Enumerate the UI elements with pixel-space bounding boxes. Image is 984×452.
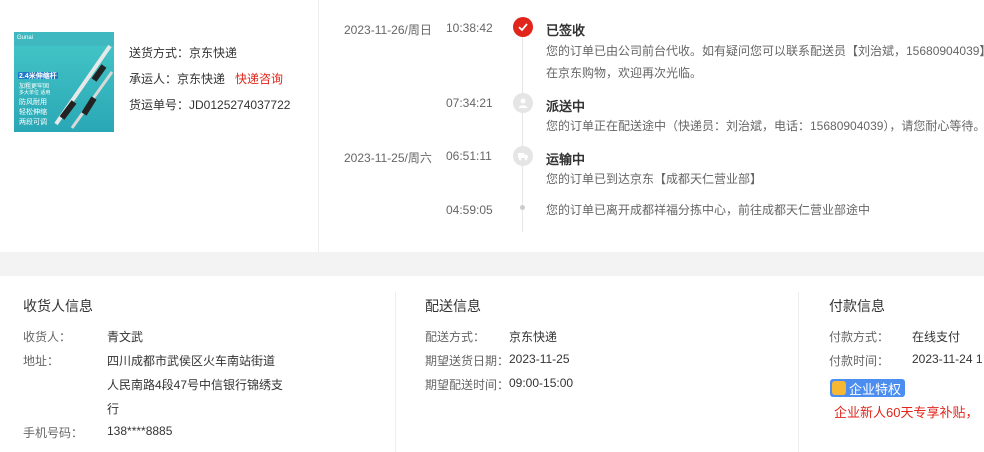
order-info-panel: 收货人信息 收货人： 青文武 地址： 四川成都市武侯区火车南站街道 人民南路4段… (0, 276, 984, 452)
address-line: 人民南路4段47号中信银行锦绣支 (107, 378, 284, 392)
timeline-date: 2023-11-25/周六 (344, 151, 432, 165)
timeline-date: 2023-11-26/周日 (344, 23, 432, 37)
shipping-method-value: 京东快递 (189, 46, 238, 60)
timeline-desc: 您的订单已到达京东【成都天仁营业部】 (546, 168, 984, 190)
expected-date-label: 期望送货日期： (425, 354, 510, 368)
shipment-info: 送货方式：京东快递 承运人：京东快递 快递咨询 货运单号：JD0125274037… (129, 40, 290, 118)
payment-section: 付款信息 付款方式： 在线支付 付款时间： 2023-11-24 1 (799, 276, 984, 452)
gift-icon (832, 381, 846, 395)
timeline-status: 派送中 (546, 99, 586, 114)
thumb-brand: Gunai (17, 35, 34, 41)
consignee-name: 青文武 (107, 330, 144, 344)
thumb-tag-2: 轻松伸缩 (19, 109, 47, 116)
carrier-value: 京东快递 (177, 72, 226, 86)
section-gap (0, 252, 984, 276)
timeline-desc: 您的订单已由公司前台代收。如有疑问您可以联系配送员【刘治斌，1568090403… (546, 40, 984, 84)
delivery-method-value: 京东快递 (509, 330, 558, 344)
timeline-desc-line: 您的订单正在配送途中（快递员：刘治斌，电话：15680904039），请您耐心等… (546, 119, 984, 133)
expected-time-label: 期望配送时间： (425, 378, 510, 392)
tracking-number: JD0125274037722 (189, 98, 291, 112)
tracking-row: 货运单号：JD0125274037722 (129, 92, 290, 118)
courier-icon (513, 93, 533, 113)
tracking-label: 货运单号： (129, 98, 190, 112)
thumb-line3: 多大单位 适用 (19, 90, 51, 96)
timeline-time: 06:51:11 (446, 149, 492, 163)
consignee-title: 收货人信息 (23, 298, 93, 314)
timeline-status: 运输中 (546, 152, 586, 167)
consignee-name-label: 收货人： (23, 330, 72, 344)
timeline-desc: 您的订单已离开成都祥福分拣中心，前往成都天仁营业部途中 (546, 199, 984, 221)
timeline-desc-line: 在京东购物，欢迎再次光临。 (546, 66, 703, 80)
expected-date-value: 2023-11-25 (509, 352, 570, 366)
timeline-time: 10:38:42 (446, 21, 493, 35)
thumb-tag-1: 防风耐用 (19, 99, 47, 106)
carrier-row: 承运人：京东快递 快递咨询 (129, 66, 290, 92)
thumb-line1: 2.4米伸缩杆 (19, 73, 57, 80)
consignee-section: 收货人信息 收货人： 青文武 地址： 四川成都市武侯区火车南站街道 人民南路4段… (0, 276, 395, 452)
enterprise-badge[interactable]: 企业特权 (830, 379, 906, 397)
payment-method-label: 付款方式： (829, 330, 890, 344)
payment-time-label: 付款时间： (829, 354, 890, 368)
address-line: 四川成都市武侯区火车南站街道 (107, 354, 276, 368)
check-icon (513, 17, 533, 37)
shipping-method-row: 送货方式：京东快递 (129, 40, 290, 66)
courier-inquiry-link[interactable]: 快递咨询 (235, 72, 283, 86)
expected-time-value: 09:00-15:00 (509, 376, 574, 390)
timeline-desc: 您的订单正在配送途中（快递员：刘治斌，电话：15680904039），请您耐心等… (546, 115, 984, 137)
shipping-method-label: 送货方式： (129, 46, 190, 60)
enterprise-promo-text[interactable]: 企业新人60天专享补贴， (834, 402, 978, 421)
phone-value: 138****8885 (107, 424, 173, 438)
timeline-desc-line: 您的订单已到达京东【成都天仁营业部】 (546, 172, 763, 186)
timeline-desc-line: 您的订单已离开成都祥福分拣中心，前往成都天仁营业部途中 (546, 203, 871, 217)
order-tracking-panel: Gunai 2.4米伸缩杆 加粗更牢固 多大单位 适用 防风耐用 轻松伸缩 两段… (0, 0, 984, 252)
payment-method-value: 在线支付 (912, 330, 961, 344)
timeline-time: 07:34:21 (446, 96, 493, 110)
phone-label: 手机号码： (23, 426, 84, 440)
panel-divider (318, 0, 319, 252)
address-line: 行 (107, 402, 120, 416)
timeline-dot (520, 205, 525, 210)
truck-icon (513, 146, 533, 166)
product-thumbnail[interactable]: Gunai 2.4米伸缩杆 加粗更牢固 多大单位 适用 防风耐用 轻松伸缩 两段… (14, 32, 114, 132)
enterprise-badge-label: 企业特权 (849, 381, 902, 397)
payment-time-value: 2023-11-24 1 (912, 352, 983, 366)
timeline-time: 04:59:05 (446, 203, 493, 217)
delivery-title: 配送信息 (425, 298, 481, 314)
delivery-method-label: 配送方式： (425, 330, 486, 344)
timeline-status: 已签收 (546, 23, 586, 38)
payment-title: 付款信息 (829, 298, 885, 314)
address-label: 地址： (23, 354, 60, 368)
thumb-tag-3: 两段可调 (19, 119, 47, 126)
carrier-label: 承运人： (129, 72, 178, 86)
timeline-desc-line: 您的订单已由公司前台代收。如有疑问您可以联系配送员【刘治斌，1568090403… (546, 44, 984, 58)
timeline-line (522, 30, 523, 232)
delivery-section: 配送信息 配送方式： 京东快递 期望送货日期： 2023-11-25 期望配送时… (396, 276, 798, 452)
